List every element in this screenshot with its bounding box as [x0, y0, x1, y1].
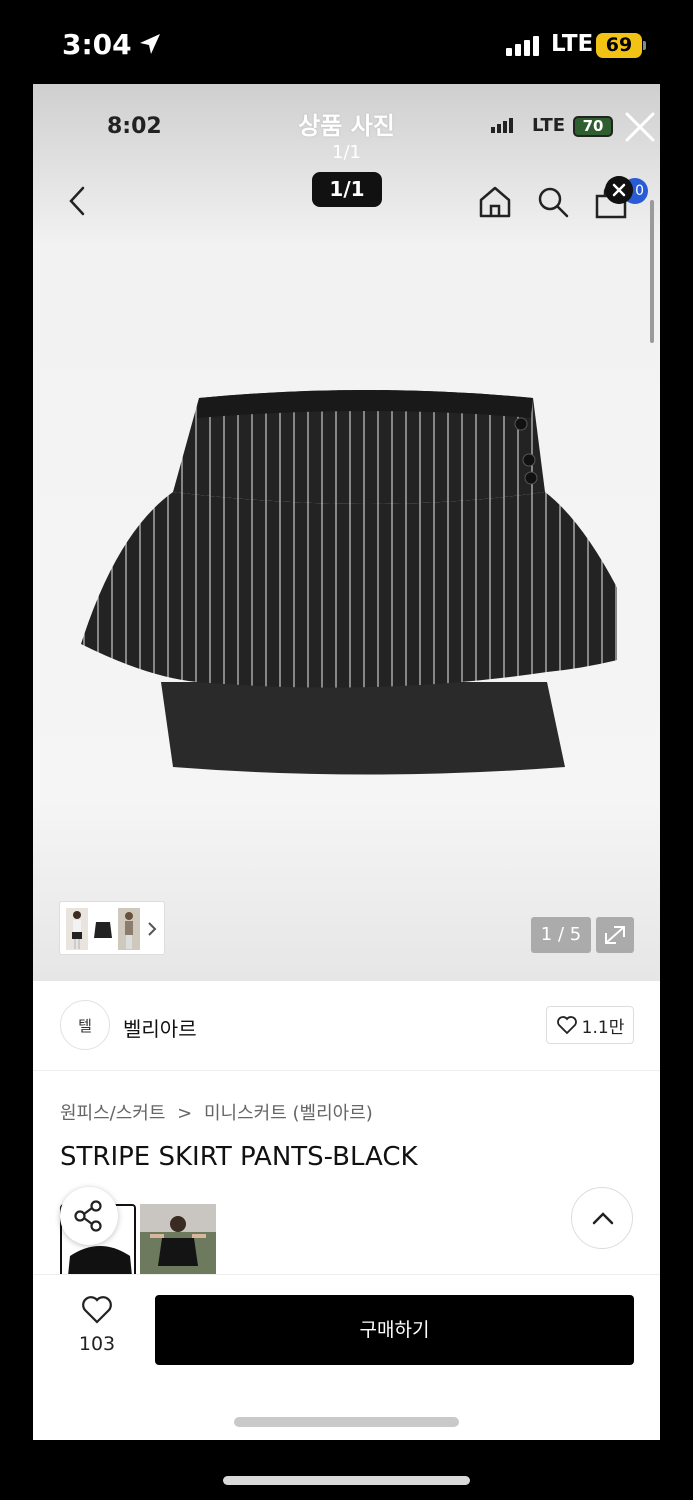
- thumbnail-strip[interactable]: [59, 901, 165, 955]
- heart-icon: [82, 1296, 112, 1324]
- home-indicator[interactable]: [223, 1476, 470, 1485]
- overlay-close-icon[interactable]: [605, 176, 633, 204]
- thumbnail-model-image[interactable]: [66, 908, 88, 950]
- brand-like-button[interactable]: 1.1만: [546, 1006, 634, 1044]
- brand-name[interactable]: 벨리아르: [123, 1013, 197, 1042]
- app-screen: 8:02 상품 사진 1/1 LTE 70 1/1 0 1 / 5 텔 벨리아르…: [33, 84, 660, 1440]
- wishlist-button[interactable]: 103: [73, 1295, 121, 1355]
- product-photo-viewer[interactable]: 8:02 상품 사진 1/1 LTE 70 1/1 0 1 / 5: [33, 84, 660, 981]
- battery-tip: [643, 41, 646, 50]
- status-time: 3:04: [62, 28, 132, 61]
- chevron-up-icon: [592, 1212, 614, 1225]
- thumbnail-detail-image[interactable]: [118, 908, 140, 950]
- close-icon[interactable]: [623, 110, 657, 144]
- breadcrumb-subcategory[interactable]: 미니스커트 (벨리아르): [204, 1103, 373, 1124]
- breadcrumb-category[interactable]: 원피스/스커트: [60, 1103, 165, 1124]
- heart-icon: [556, 1016, 577, 1035]
- share-button[interactable]: [60, 1187, 118, 1245]
- inner-battery-icon: 70: [573, 116, 613, 137]
- inner-home-indicator: [234, 1417, 459, 1427]
- scroll-top-button[interactable]: [571, 1187, 633, 1249]
- expand-icon[interactable]: [596, 917, 634, 953]
- chevron-right-icon[interactable]: [146, 920, 158, 938]
- product-title: STRIPE SKIRT PANTS-BLACK: [60, 1142, 418, 1172]
- breadcrumb-separator: >: [177, 1103, 193, 1124]
- inner-network-label: LTE: [532, 115, 566, 136]
- viewer-title: 상품 사진: [298, 112, 395, 140]
- back-arrow-icon[interactable]: [63, 184, 93, 218]
- outer-status-bar: 3:04 LTE 69: [0, 0, 693, 84]
- photo-counter-pill: 1/1: [312, 172, 382, 207]
- brand-like-count: 1.1만: [581, 1017, 625, 1038]
- brand-row[interactable]: 텔 벨리아르 1.1만: [33, 981, 660, 1071]
- scroll-indicator[interactable]: [650, 200, 654, 343]
- image-counter: 1 / 5: [531, 917, 591, 953]
- breadcrumb[interactable]: 원피스/스커트 > 미니스커트 (벨리아르): [60, 1099, 373, 1125]
- buy-button[interactable]: 구매하기: [155, 1295, 634, 1365]
- bottom-action-bar: 103 구매하기: [33, 1274, 660, 1440]
- signal-icon: [506, 36, 539, 56]
- product-image: [81, 390, 617, 775]
- wishlist-count: 103: [78, 1333, 116, 1355]
- battery-icon: 69: [596, 33, 642, 58]
- home-icon[interactable]: [477, 184, 513, 220]
- brand-logo[interactable]: 텔: [60, 1000, 110, 1050]
- network-label: LTE: [551, 31, 594, 57]
- viewer-subtitle: 1/1: [332, 142, 361, 163]
- thumbnail-skirt-image[interactable]: [92, 908, 114, 950]
- location-arrow-icon: [140, 34, 160, 54]
- product-thumbnail-2[interactable]: [140, 1204, 216, 1274]
- share-icon: [74, 1200, 102, 1232]
- search-icon[interactable]: [535, 184, 571, 220]
- inner-signal-icon: [491, 118, 513, 133]
